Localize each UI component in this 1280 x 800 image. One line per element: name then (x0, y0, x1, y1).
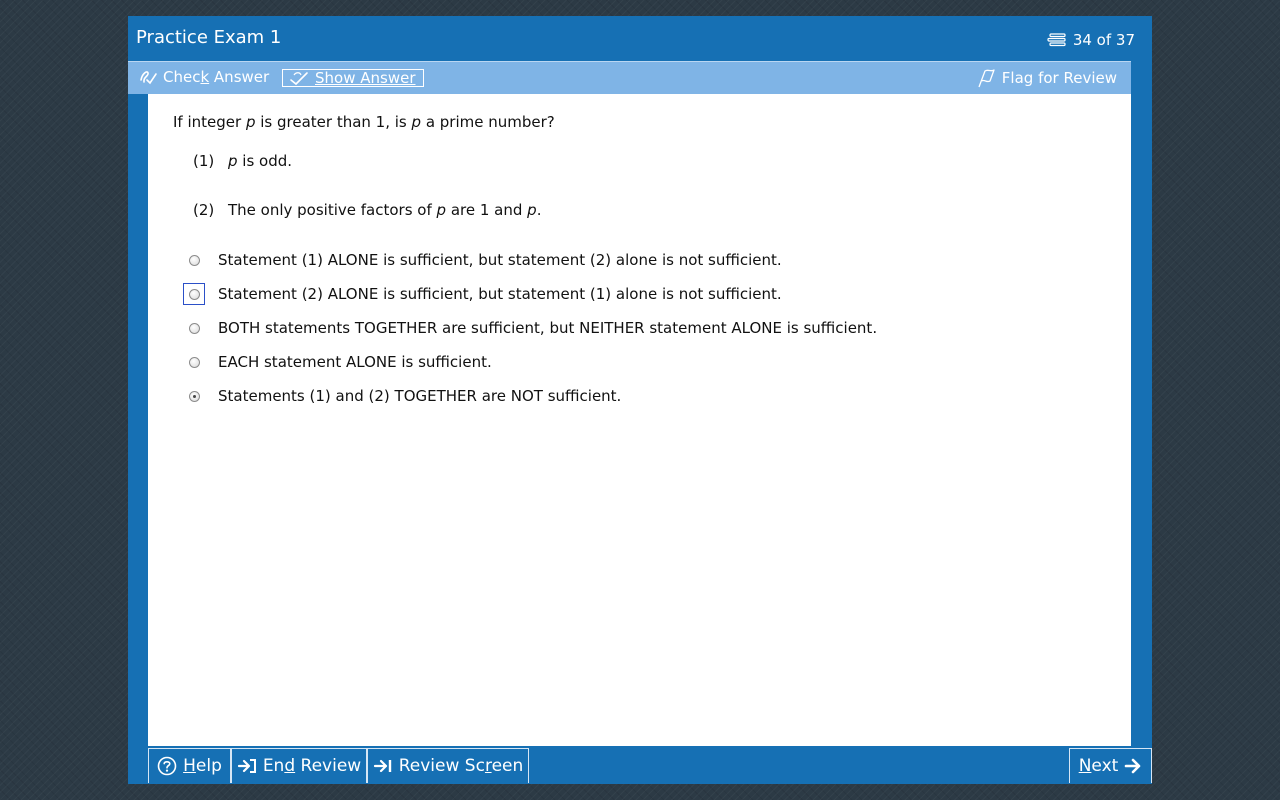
show-answer-label: Show Answer (315, 69, 416, 87)
answer-option-1[interactable]: Statement (1) ALONE is sufficient, but s… (183, 247, 782, 273)
statement-2: (2) The only positive factors of p are 1 … (193, 201, 541, 219)
arrow-to-bar-icon (373, 757, 393, 775)
end-review-label: End Review (262, 756, 362, 776)
text-run: . (536, 201, 542, 219)
statement-text: p is odd. (228, 152, 292, 170)
variable-text: p (527, 201, 537, 219)
answer-option-5[interactable]: Statements (1) and (2) TOGETHER are NOT … (183, 383, 621, 409)
flag-for-review-button[interactable]: Flag for Review (977, 68, 1117, 88)
question-panel: If integer p is greater than 1, is p a p… (148, 94, 1131, 746)
radio-dot-icon (192, 394, 196, 398)
end-review-button[interactable]: End Review (231, 748, 367, 783)
radio-selected-icon (188, 390, 200, 402)
answer-option-label: Statement (2) ALONE is sufficient, but s… (218, 285, 782, 303)
check-answer-icon (138, 68, 158, 86)
variable-text: p (228, 152, 238, 170)
radio-empty-icon (188, 356, 200, 368)
help-label: Help (183, 756, 222, 776)
answer-option-2[interactable]: Statement (2) ALONE is sufficient, but s… (183, 281, 782, 307)
review-screen-button[interactable]: Review Screen (367, 748, 529, 783)
question-counter-text: 34 of 37 (1072, 31, 1135, 49)
text-run: a prime number? (421, 113, 555, 131)
radio-button[interactable] (183, 249, 205, 271)
radio-button[interactable] (183, 385, 205, 407)
exam-title: Practice Exam 1 (136, 27, 282, 48)
text-run: is greater than 1, is (255, 113, 412, 131)
toolbar: Check Answer Show Answer Flag for Review (128, 61, 1131, 94)
flag-icon (977, 68, 997, 88)
radio-button[interactable] (183, 317, 205, 339)
review-screen-label: Review Screen (398, 756, 524, 776)
show-answer-button[interactable]: Show Answer (282, 69, 424, 87)
check-answer-label: Check Answer (163, 68, 270, 86)
help-button[interactable]: Help (148, 748, 231, 783)
question-counter: 34 of 37 (1047, 31, 1135, 49)
statement-number: (1) (193, 152, 215, 170)
arrow-right-icon (1124, 757, 1142, 775)
text-run: If integer (173, 113, 246, 131)
help-circle-icon (157, 756, 177, 776)
statement-1: (1) p is odd. (193, 152, 292, 170)
radio-button[interactable] (183, 283, 205, 305)
exam-window: Practice Exam 1 34 of 37 Check Answer Sh… (128, 16, 1152, 784)
next-button[interactable]: Next (1069, 748, 1152, 783)
radio-button[interactable] (183, 351, 205, 373)
answer-option-label: BOTH statements TOGETHER are sufficient,… (218, 319, 878, 337)
question-stem: If integer p is greater than 1, is p a p… (173, 113, 555, 131)
bottom-bar: Help End Review Review Screen Next (128, 746, 1152, 784)
statement-number: (2) (193, 201, 215, 219)
radio-empty-icon (188, 254, 200, 266)
next-label: Next (1078, 756, 1119, 776)
text-run: The only positive factors of (228, 201, 437, 219)
title-bar: Practice Exam 1 34 of 37 (128, 16, 1152, 61)
answer-option-4[interactable]: EACH statement ALONE is sufficient. (183, 349, 492, 375)
text-run: is odd. (237, 152, 293, 170)
text-run: are 1 and (446, 201, 528, 219)
answer-option-3[interactable]: BOTH statements TOGETHER are sufficient,… (183, 315, 877, 341)
radio-empty-icon (188, 322, 200, 334)
variable-text: p (436, 201, 447, 219)
radio-empty-icon (188, 288, 200, 300)
show-answer-icon (288, 71, 310, 86)
answer-option-label: Statement (1) ALONE is sufficient, but s… (218, 251, 782, 269)
flag-for-review-label: Flag for Review (1001, 69, 1117, 87)
answer-option-label: EACH statement ALONE is sufficient. (218, 353, 492, 371)
stack-icon (1047, 33, 1067, 47)
variable-text: p (411, 113, 422, 131)
statement-text: The only positive factors of p are 1 and… (228, 201, 541, 219)
end-review-icon (237, 757, 257, 775)
check-answer-button[interactable]: Check Answer (138, 68, 269, 86)
answer-option-label: Statements (1) and (2) TOGETHER are NOT … (218, 387, 622, 405)
